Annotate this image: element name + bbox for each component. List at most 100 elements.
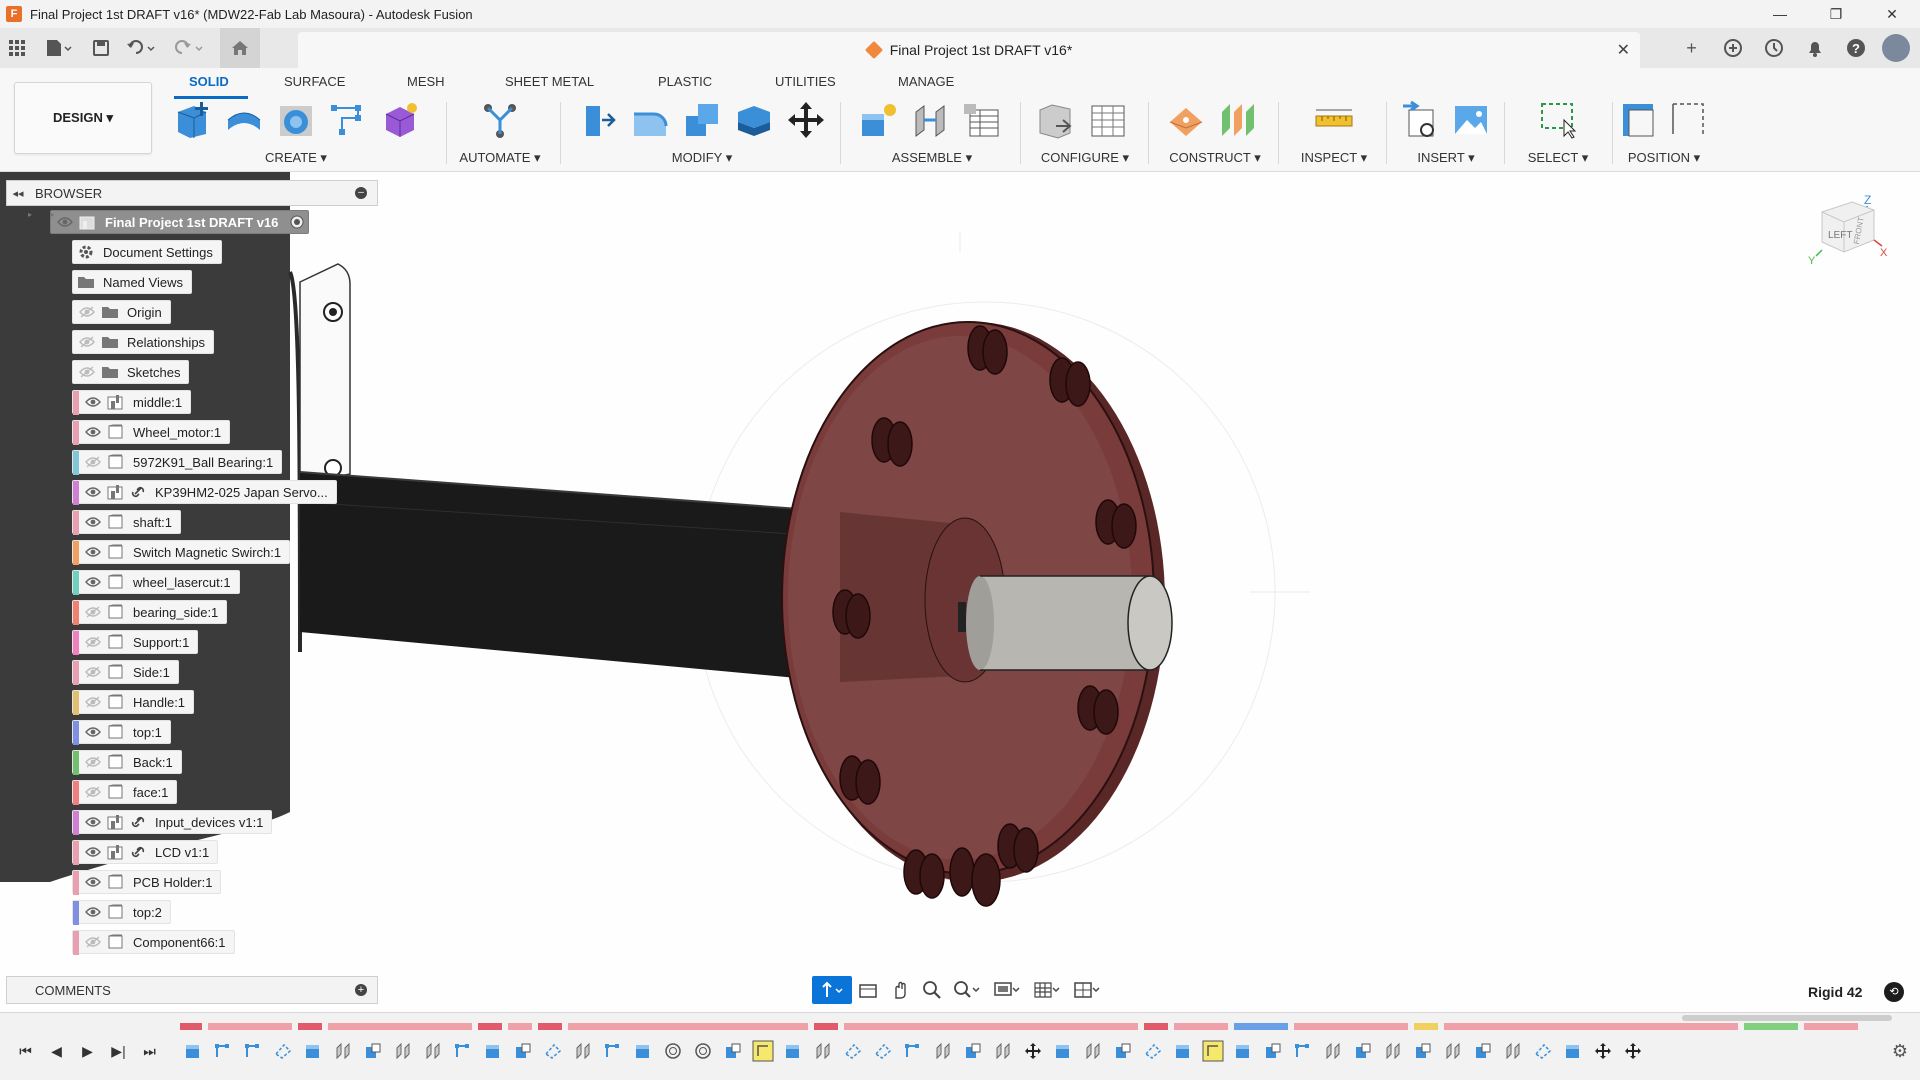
browser-tree-item[interactable]: Back:1 xyxy=(72,750,182,775)
browser-tree-item[interactable]: face:1 xyxy=(72,780,178,805)
timeline-feature-plane-icon[interactable] xyxy=(1138,1039,1168,1063)
timeline-feature-joint-icon[interactable] xyxy=(988,1039,1018,1063)
expand-chevron-icon[interactable]: ▸ xyxy=(28,210,36,219)
timeline-feature-plane-icon[interactable] xyxy=(1528,1039,1558,1063)
fit-zoom-icon[interactable] xyxy=(948,976,988,1004)
hidden-eye-icon[interactable] xyxy=(81,600,105,624)
browser-tree-item[interactable]: Handle:1 xyxy=(72,690,195,715)
browser-minimize-icon[interactable]: – xyxy=(355,187,367,199)
extrude-icon[interactable] xyxy=(223,99,265,141)
position-group-label[interactable]: POSITION ▾ xyxy=(1614,150,1714,166)
timeline-feature-joint-icon[interactable] xyxy=(1438,1039,1468,1063)
tab-plastic[interactable]: PLASTIC xyxy=(658,74,712,89)
hidden-eye-icon[interactable] xyxy=(81,930,105,954)
timeline-feature-joint-icon[interactable] xyxy=(1378,1039,1408,1063)
offset-plane-icon[interactable] xyxy=(1165,99,1207,141)
configure-icon[interactable] xyxy=(1035,99,1077,141)
browser-tree-item[interactable]: top:2 xyxy=(72,900,171,925)
inspect-group-label[interactable]: INSPECT ▾ xyxy=(1290,150,1378,166)
timeline-feature-body-icon[interactable] xyxy=(1048,1039,1078,1063)
timeline-feature-joint-icon[interactable] xyxy=(568,1039,598,1063)
assemble-group-label[interactable]: ASSEMBLE ▾ xyxy=(852,150,1012,166)
collapse-panel-icon[interactable]: ◂◂ xyxy=(7,187,29,200)
file-menu-icon[interactable] xyxy=(34,31,84,65)
timeline-feature-sketch-icon[interactable] xyxy=(238,1039,268,1063)
hidden-eye-icon[interactable] xyxy=(75,360,99,384)
notifications-bell-icon[interactable] xyxy=(1794,31,1835,65)
visibility-eye-icon[interactable] xyxy=(81,480,105,504)
insert-group-label[interactable]: INSERT ▾ xyxy=(1396,150,1496,166)
new-tab-plus-icon[interactable]: + xyxy=(1671,31,1712,65)
job-status-clock-icon[interactable] xyxy=(1753,31,1794,65)
viewcube-left-face[interactable]: LEFT xyxy=(1828,230,1852,241)
browser-header[interactable]: ◂◂ BROWSER – xyxy=(6,180,378,206)
extensions-icon[interactable] xyxy=(1712,31,1753,65)
visibility-eye-icon[interactable] xyxy=(81,870,105,894)
automate-icon[interactable] xyxy=(479,99,521,141)
browser-tree-item[interactable]: Sketches xyxy=(72,360,190,384)
pan-hand-icon[interactable] xyxy=(884,976,916,1004)
timeline-feature-sketch-icon[interactable] xyxy=(208,1039,238,1063)
browser-tree-item[interactable]: wheel_lasercut:1 xyxy=(72,570,240,595)
activate-radio-icon[interactable] xyxy=(286,210,308,234)
shell-icon[interactable] xyxy=(733,99,775,141)
modify-group-label[interactable]: MODIFY ▾ xyxy=(572,150,832,166)
browser-tree-item[interactable]: Document Settings xyxy=(72,240,222,264)
capture-position-icon[interactable] xyxy=(1619,99,1659,141)
configure-group-label[interactable]: CONFIGURE ▾ xyxy=(1030,150,1140,166)
data-panel-grid-icon[interactable] xyxy=(0,31,34,65)
create-group-label[interactable]: CREATE ▾ xyxy=(166,150,426,166)
hidden-eye-icon[interactable] xyxy=(75,300,99,324)
visibility-eye-icon[interactable] xyxy=(81,510,105,534)
insert-canvas-icon[interactable] xyxy=(1451,99,1491,141)
visibility-eye-icon[interactable] xyxy=(81,720,105,744)
timeline-feature-joint-icon[interactable] xyxy=(928,1039,958,1063)
timeline-feature-comp-icon[interactable] xyxy=(1468,1039,1498,1063)
browser-tree-item[interactable]: KP39HM2-025 Japan Servo... xyxy=(72,480,337,505)
save-icon[interactable] xyxy=(84,31,118,65)
browser-tree-item[interactable]: top:1 xyxy=(72,720,171,745)
timeline-feature-sketch-icon[interactable] xyxy=(598,1039,628,1063)
browser-tree-item[interactable]: Component66:1 xyxy=(72,930,235,955)
hidden-eye-icon[interactable] xyxy=(81,780,105,804)
measure-icon[interactable] xyxy=(1313,99,1355,141)
browser-tree-item[interactable]: shaft:1 xyxy=(72,510,182,535)
timeline-feature-body-icon[interactable] xyxy=(1558,1039,1588,1063)
zoom-icon[interactable] xyxy=(916,976,948,1004)
timeline-feature-plane-icon[interactable] xyxy=(868,1039,898,1063)
timeline-feature-body-icon[interactable] xyxy=(1168,1039,1198,1063)
joint-icon[interactable] xyxy=(909,99,951,141)
look-at-icon[interactable] xyxy=(852,976,884,1004)
timeline-feature-plane-icon[interactable] xyxy=(268,1039,298,1063)
timeline-feature-sel-icon[interactable] xyxy=(748,1039,778,1063)
tab-mesh[interactable]: MESH xyxy=(407,74,445,89)
timeline-feature-body-icon[interactable] xyxy=(1228,1039,1258,1063)
grid-snap-icon[interactable] xyxy=(1028,976,1068,1004)
timeline-feature-revolve-icon[interactable] xyxy=(658,1039,688,1063)
timeline-feature-move-icon[interactable] xyxy=(1618,1039,1648,1063)
timeline-feature-body-icon[interactable] xyxy=(778,1039,808,1063)
viewports-icon[interactable] xyxy=(1068,976,1108,1004)
press-pull-icon[interactable] xyxy=(577,99,619,141)
browser-tree-item[interactable]: Input_devices v1:1 xyxy=(72,810,273,835)
orbit-constrained-icon[interactable] xyxy=(812,976,852,1004)
view-cube[interactable]: Z LEFT FRONT X Y xyxy=(1800,192,1900,292)
user-avatar[interactable] xyxy=(1882,34,1910,62)
tab-surface[interactable]: SURFACE xyxy=(284,74,345,89)
document-tab[interactable]: Final Project 1st DRAFT v16* ✕ xyxy=(298,32,1640,68)
timeline-feature-comp-icon[interactable] xyxy=(1348,1039,1378,1063)
close-tab-button[interactable]: ✕ xyxy=(1617,40,1630,60)
comments-panel[interactable]: COMMENTS + xyxy=(6,976,378,1004)
timeline-feature-comp-icon[interactable] xyxy=(1408,1039,1438,1063)
browser-tree-item[interactable]: bearing_side:1 xyxy=(72,600,228,625)
visibility-eye-icon[interactable] xyxy=(81,390,105,414)
insert-derive-icon[interactable] xyxy=(1401,99,1441,141)
redo-icon[interactable] xyxy=(166,31,214,65)
timeline-feature-joint-icon[interactable] xyxy=(1498,1039,1528,1063)
visibility-eye-icon[interactable] xyxy=(81,420,105,444)
timeline-feature-plane-icon[interactable] xyxy=(838,1039,868,1063)
timeline-scrollbar[interactable] xyxy=(1682,1015,1892,1021)
browser-tree-item[interactable]: Relationships xyxy=(72,330,215,354)
hidden-eye-icon[interactable] xyxy=(81,660,105,684)
step-forward-icon[interactable]: ▶| xyxy=(103,1039,134,1063)
